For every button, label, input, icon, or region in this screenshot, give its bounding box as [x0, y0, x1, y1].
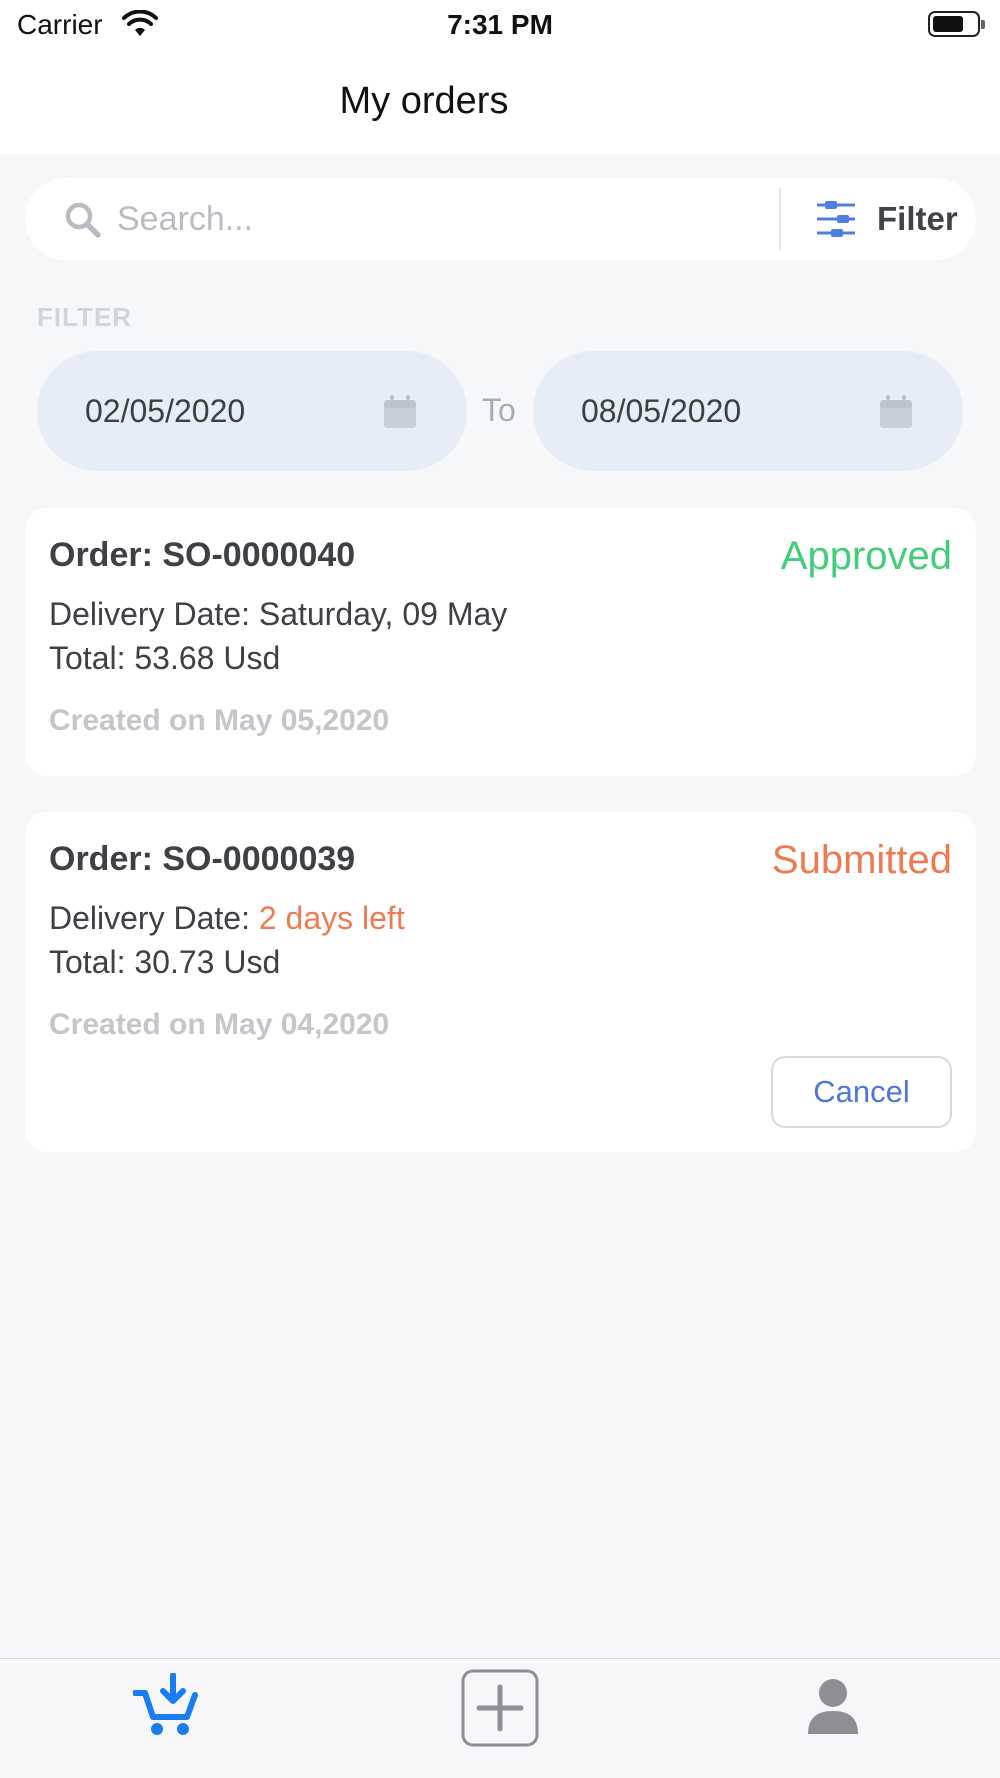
tab-bar	[0, 1658, 1000, 1778]
calendar-icon	[879, 395, 913, 434]
tab-add-order[interactable]	[461, 1669, 539, 1752]
created-date: Created on May 05,2020	[49, 704, 390, 737]
order-status-badge: Approved	[780, 534, 952, 578]
filter-label: Filter	[877, 200, 958, 237]
from-date-field[interactable]: 02/05/2020	[37, 351, 467, 471]
order-number: Order: SO-0000040	[49, 536, 356, 574]
date-range-to-label: To	[482, 392, 516, 428]
to-date-value: 08/05/2020	[581, 393, 742, 429]
delivery-days-left: 2 days left	[258, 900, 405, 936]
search-bar: Filter	[25, 178, 976, 260]
navigation-bar: My orders	[0, 50, 1000, 154]
tab-profile[interactable]	[804, 1677, 862, 1740]
delivery-date-label: Delivery Date:	[49, 900, 259, 936]
order-total: Total: 53.68 Usd	[49, 640, 281, 676]
delivery-date-value: Saturday, 09 May	[258, 596, 508, 632]
delivery-date: Delivery Date: Saturday, 09 May	[49, 596, 507, 633]
sliders-icon	[815, 199, 857, 239]
order-card[interactable]: Order: SO-0000039 Submitted Delivery Dat…	[25, 812, 976, 1152]
order-card[interactable]: Order: SO-0000040 Approved Delivery Date…	[25, 508, 976, 776]
order-status-badge: Submitted	[771, 838, 952, 882]
person-icon	[804, 1679, 862, 1739]
delivery-date: Delivery Date: 2 days left	[49, 900, 405, 937]
order-number: Order: SO-0000039	[49, 840, 356, 878]
battery-icon	[928, 11, 985, 37]
page-title: My orders	[339, 80, 509, 122]
search-input[interactable]	[117, 192, 777, 246]
search-icon	[63, 200, 103, 245]
created-date: Created on May 04,2020	[49, 1008, 390, 1041]
status-bar: Carrier 7:31 PM	[0, 0, 1000, 50]
delivery-date-label: Delivery Date:	[49, 596, 259, 632]
search-divider	[779, 188, 781, 250]
cancel-order-button[interactable]: Cancel	[771, 1056, 952, 1128]
calendar-icon	[383, 395, 417, 434]
order-total: Total: 30.73 Usd	[49, 944, 281, 980]
cart-download-icon	[132, 1672, 199, 1743]
filter-button[interactable]: Filter	[815, 192, 958, 246]
add-square-icon	[461, 1669, 539, 1751]
to-date-field[interactable]: 08/05/2020	[533, 351, 963, 471]
clock: 7:31 PM	[447, 9, 553, 40]
tab-orders[interactable]	[132, 1672, 199, 1744]
filter-section-label: FILTER	[37, 302, 133, 332]
from-date-value: 02/05/2020	[85, 393, 246, 429]
